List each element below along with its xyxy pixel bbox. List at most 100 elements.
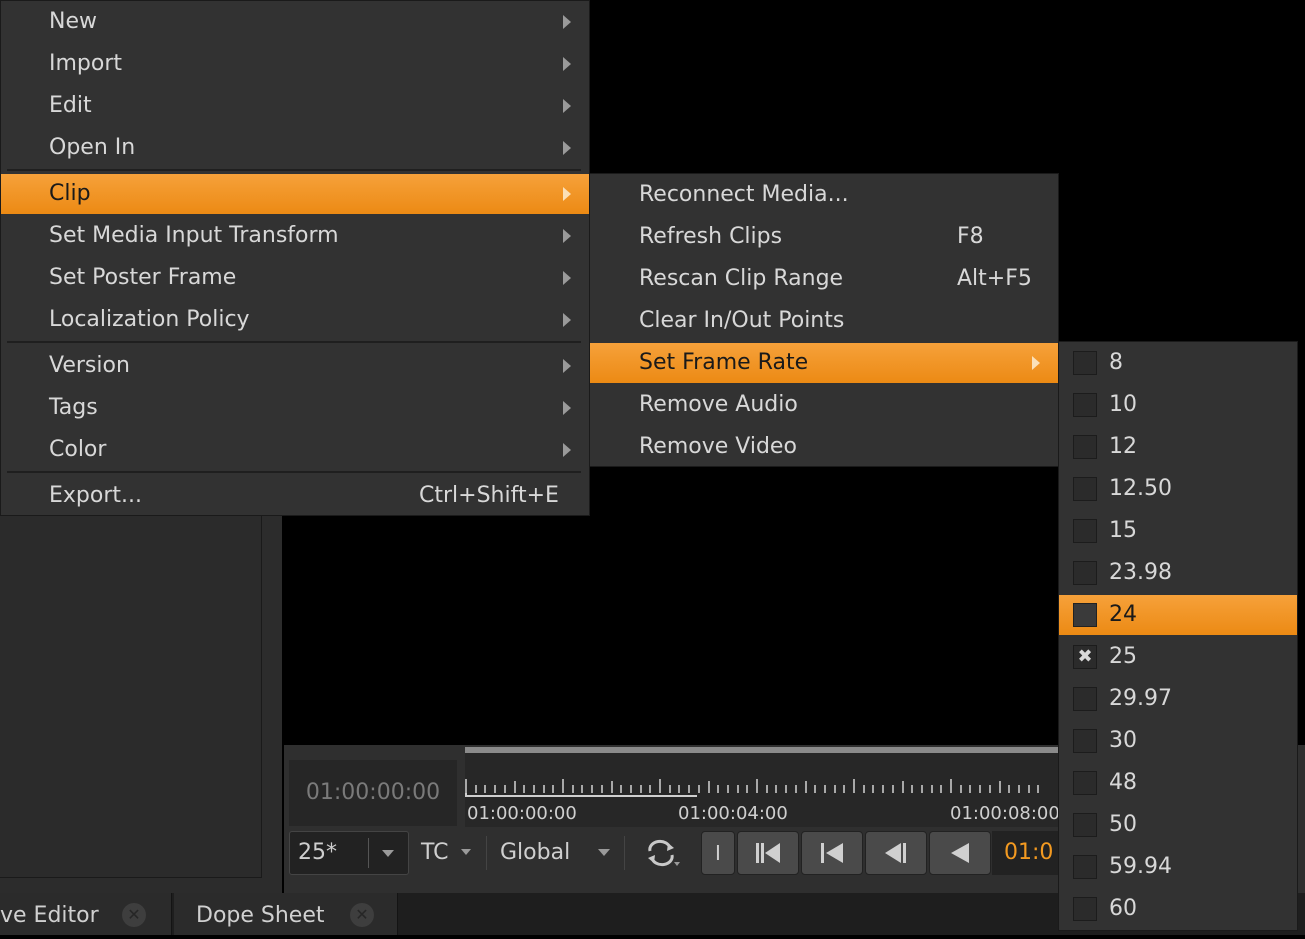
timeline-tick [766,785,768,793]
checkbox [1073,477,1097,501]
timeline-tick [640,785,642,793]
scope-dropdown[interactable]: Global [500,831,612,875]
menu-item-label: Localization Policy [49,300,250,340]
mark-in-button[interactable]: I [701,831,735,875]
timecode-mode-dropdown[interactable]: TC [421,831,477,875]
menu-item-label: Export... [49,476,142,516]
loop-mode-button[interactable] [644,831,688,875]
play-reverse-button[interactable] [929,831,991,875]
menu-item-rescan-clip-range[interactable]: Rescan Clip Range Alt+F5 [590,259,1058,299]
frame-rate-option[interactable]: 12.50 [1059,469,1297,509]
timeline-tick [727,785,729,793]
timeline-tick [863,785,865,793]
menu-item-label: New [49,2,97,42]
timeline-progress [465,747,1065,753]
menu-item-label: Import [49,44,122,84]
frame-rate-label: 23.98 [1109,553,1172,593]
timeline-tick [504,785,506,793]
previous-edit-icon [817,841,847,865]
chevron-right-icon [563,15,571,29]
frame-rate-option[interactable]: 59.94 [1059,847,1297,887]
menu-item-open-in[interactable]: Open In [1,128,589,168]
timeline-tick [484,785,486,793]
chevron-down-icon [382,850,394,857]
timeline-tick [611,781,613,793]
checkbox [1073,435,1097,459]
timeline-tick [601,785,603,793]
menu-item-remove-audio[interactable]: Remove Audio [590,385,1058,425]
checkbox [1073,855,1097,879]
frame-rate-option[interactable]: 48 [1059,763,1297,803]
timecode-display[interactable]: 01:00:00:00 [289,760,457,826]
go-to-start-button[interactable] [737,831,799,875]
mark-in-label: I [715,841,721,865]
menu-item-localization-policy[interactable]: Localization Policy [1,300,589,340]
frame-rate-option[interactable]: 29.97 [1059,679,1297,719]
frame-rate-label: 8 [1109,343,1123,383]
menu-item-label: Color [49,430,106,470]
frame-rate-option[interactable]: 60 [1059,889,1297,929]
frame-rate-option[interactable]: 24 [1059,595,1297,635]
menu-item-new[interactable]: New [1,2,589,42]
timeline-tick [931,785,933,793]
chevron-right-icon [563,313,571,327]
timeline-tick [494,785,496,793]
timeline-tick [814,785,816,793]
menu-item-clear-in-out-points[interactable]: Clear In/Out Points [590,301,1058,341]
frame-rate-option[interactable]: 50 [1059,805,1297,845]
timeline-tick [1018,785,1020,793]
frame-rate-label: 10 [1109,385,1137,425]
close-icon[interactable]: ✕ [122,903,146,927]
menu-item-edit[interactable]: Edit [1,86,589,126]
menu-item-set-poster-frame[interactable]: Set Poster Frame [1,258,589,298]
frame-rate-option[interactable]: 12 [1059,427,1297,467]
timeline-tick [999,781,1001,793]
frame-rate-option[interactable]: 30 [1059,721,1297,761]
menu-item-label: Open In [49,128,135,168]
menu-item-remove-video[interactable]: Remove Video [590,427,1058,467]
checkbox [1073,897,1097,921]
menu-item-set-media-input-transform[interactable]: Set Media Input Transform [1,216,589,256]
timeline-tick [533,785,535,793]
divider [368,838,369,868]
menu-item-reconnect-media[interactable]: Reconnect Media... [590,175,1058,215]
frame-rate-option[interactable]: 15 [1059,511,1297,551]
menu-item-clip[interactable]: Clip [1,174,589,214]
step-back-icon [881,841,911,865]
chevron-right-icon [563,443,571,457]
menu-item-set-frame-rate[interactable]: Set Frame Rate [590,343,1058,383]
current-timecode-field[interactable]: 01:0 [992,831,1058,875]
fps-dropdown[interactable]: 25* [289,831,409,875]
tab-curve-editor[interactable]: ve Editor [0,893,172,935]
frame-rate-label: 12 [1109,427,1137,467]
menu-item-version[interactable]: Version [1,346,589,386]
frame-rate-option[interactable]: 23.98 [1059,553,1297,593]
timeline-ruler[interactable]: 01:00:00:00 01:00:04:00 01:00:08:00 [465,747,1065,827]
chevron-right-icon [563,271,571,285]
frame-rate-option[interactable]: ✖25 [1059,637,1297,677]
menu-item-label: Version [49,346,130,386]
timeline-tick [591,785,593,793]
previous-edit-button[interactable] [801,831,863,875]
chevron-down-icon [461,849,471,855]
timeline-tick [746,785,748,793]
chevron-right-icon [563,359,571,373]
timeline-tick [630,785,632,793]
menu-item-color[interactable]: Color [1,430,589,470]
timeline-tick [737,785,739,793]
chevron-right-icon [563,229,571,243]
chevron-right-icon [563,57,571,71]
tab-label: ve Editor [0,903,99,928]
frame-rate-label: 50 [1109,805,1137,845]
menu-item-tags[interactable]: Tags [1,388,589,428]
tab-label: Dope Sheet [196,903,325,928]
step-back-button[interactable] [865,831,927,875]
timeline-tick [659,779,661,793]
chevron-right-icon [1032,356,1040,370]
menu-item-refresh-clips[interactable]: Refresh Clips F8 [590,217,1058,257]
frame-rate-option[interactable]: 8 [1059,343,1297,383]
menu-item-export[interactable]: Export... Ctrl+Shift+E [1,476,589,516]
frame-rate-option[interactable]: 10 [1059,385,1297,425]
menu-item-import[interactable]: Import [1,44,589,84]
close-icon[interactable]: ✕ [350,903,374,927]
